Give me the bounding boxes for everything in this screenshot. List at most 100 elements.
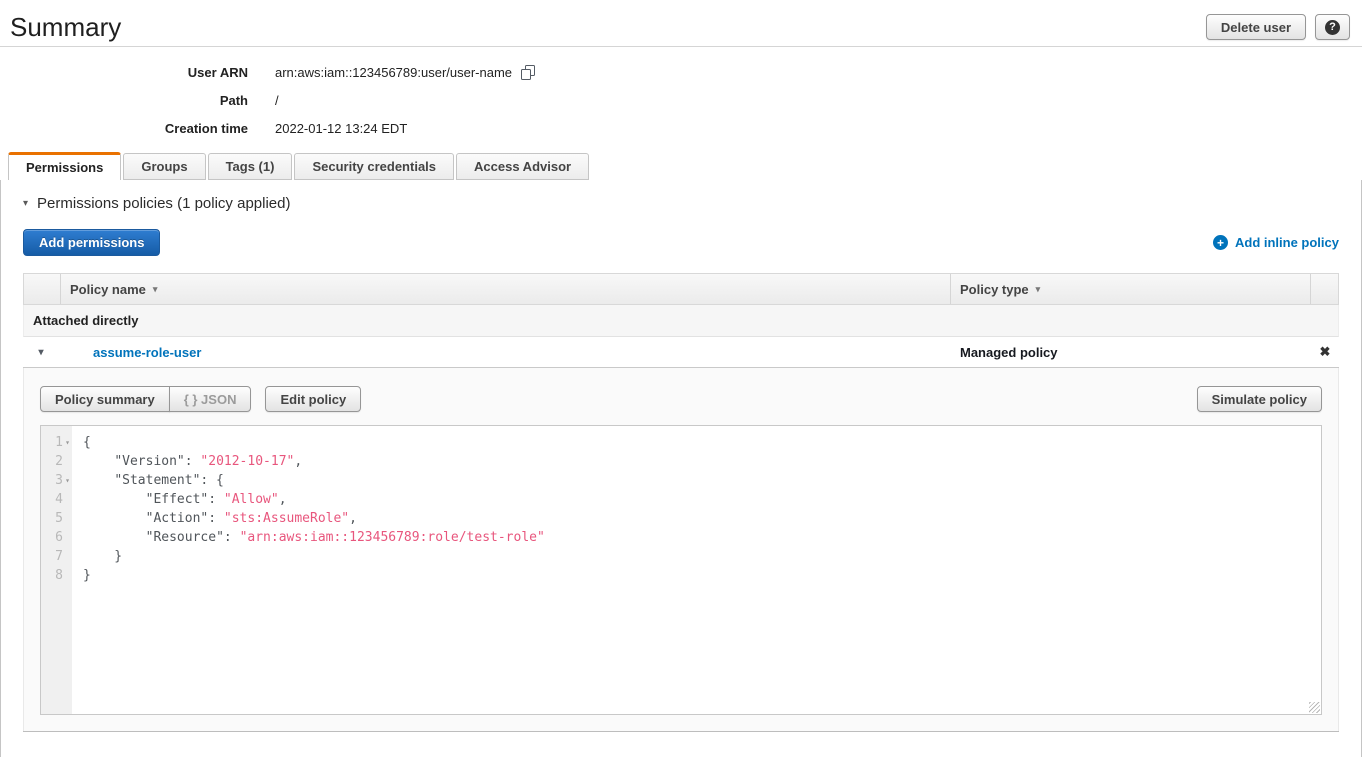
info-label: Creation time [0, 121, 248, 136]
gutter-line: 8 [41, 566, 72, 585]
policy-detail-toolbar: Policy summary { } JSON Edit policy Simu… [40, 386, 1322, 412]
code-token [83, 454, 114, 469]
code-token: "sts:AssumeRole" [224, 511, 349, 526]
code-token: , [349, 511, 357, 526]
policy-table-header: Policy name ▾ Policy type ▾ [23, 273, 1339, 305]
tab-tags-1[interactable]: Tags (1) [208, 153, 293, 180]
info-value-text: / [275, 93, 279, 108]
code-token: } [83, 568, 91, 583]
code-line: } [83, 566, 1321, 585]
tab-access-advisor[interactable]: Access Advisor [456, 153, 589, 180]
edit-policy-button[interactable]: Edit policy [265, 386, 361, 412]
gutter-line: 2 [41, 452, 72, 471]
permissions-tab-panel: ▾ Permissions policies (1 policy applied… [0, 180, 1362, 757]
code-line: "Effect": "Allow", [83, 490, 1321, 509]
code-token [83, 530, 146, 545]
line-number: 1 [55, 435, 63, 450]
info-label: Path [0, 93, 248, 108]
question-mark-icon: ? [1325, 20, 1340, 35]
policy-name-cell: assume-role-user [59, 345, 951, 360]
code-token: , [294, 454, 302, 469]
code-token: "Allow" [224, 492, 279, 507]
info-row: Path / [0, 91, 1362, 110]
json-view-button[interactable]: { } JSON [169, 386, 252, 412]
code-token: "Statement" [114, 473, 200, 488]
fold-caret-icon[interactable]: ▾ [63, 476, 72, 485]
info-value: 2022-01-12 13:24 EDT [275, 121, 407, 136]
header-actions-column [1310, 274, 1338, 304]
code-token: { [83, 435, 91, 450]
column-header-policy-name[interactable]: Policy name ▾ [60, 274, 950, 304]
add-inline-policy-link[interactable]: + Add inline policy [1213, 235, 1339, 250]
copy-icon[interactable] [521, 65, 535, 80]
policy-view-buttons: Policy summary { } JSON Edit policy [40, 386, 361, 412]
add-permissions-button[interactable]: Add permissions [23, 229, 160, 256]
section-title: Permissions policies (1 policy applied) [37, 195, 290, 212]
help-button[interactable]: ? [1315, 14, 1350, 40]
policy-type-cell: Managed policy [951, 345, 1311, 360]
code-token: : [208, 492, 224, 507]
code-token [83, 473, 114, 488]
info-value: arn:aws:iam::123456789:user/user-name [275, 65, 535, 80]
resize-grip-icon[interactable] [1309, 702, 1320, 713]
line-number: 8 [55, 568, 63, 583]
policy-type-value: Managed policy [960, 345, 1058, 360]
code-line: { [83, 433, 1321, 452]
editor-gutter: 1▾23▾45678 [41, 426, 72, 714]
code-token: } [83, 549, 122, 564]
row-collapse-caret-icon[interactable]: ▾ [38, 347, 43, 358]
code-line: "Statement": { [83, 471, 1321, 490]
line-number: 4 [55, 492, 63, 507]
code-token [83, 511, 146, 526]
code-token: "Effect" [146, 492, 209, 507]
code-line: "Resource": "arn:aws:iam::123456789:role… [83, 528, 1321, 547]
info-value: / [275, 93, 279, 108]
sort-caret-icon: ▾ [153, 284, 158, 295]
tab-bar: PermissionsGroupsTags (1)Security creden… [0, 152, 1362, 180]
line-number: 3 [55, 473, 63, 488]
gutter-line: 5 [41, 509, 72, 528]
delete-user-button[interactable]: Delete user [1206, 14, 1306, 40]
editor-code[interactable]: { "Version": "2012-10-17", "Statement": … [72, 426, 1321, 714]
gutter-line: 3▾ [41, 471, 72, 490]
info-value-text: arn:aws:iam::123456789:user/user-name [275, 65, 512, 80]
row-expand-cell: ▾ [23, 347, 59, 358]
info-row: User ARNarn:aws:iam::123456789:user/user… [0, 63, 1362, 82]
policy-type-header-label: Policy type [960, 282, 1029, 297]
code-token: "arn:aws:iam::123456789:role/test-role" [240, 530, 545, 545]
add-inline-policy-label: Add inline policy [1235, 235, 1339, 250]
sort-caret-icon: ▾ [1036, 284, 1041, 295]
tab-permissions[interactable]: Permissions [8, 152, 121, 180]
code-line: } [83, 547, 1321, 566]
gutter-line: 1▾ [41, 433, 72, 452]
line-number: 5 [55, 511, 63, 526]
remove-policy-x-icon[interactable]: ✖ [1320, 344, 1331, 360]
code-token: "Resource" [146, 530, 224, 545]
policy-name-link[interactable]: assume-role-user [93, 345, 201, 360]
policy-json-editor[interactable]: 1▾23▾45678 { "Version": "2012-10-17", "S… [40, 425, 1322, 715]
line-number: 6 [55, 530, 63, 545]
page-title: Summary [10, 12, 121, 43]
info-row: Creation time 2022-01-12 13:24 EDT [0, 119, 1362, 138]
gutter-line: 6 [41, 528, 72, 547]
code-line: "Action": "sts:AssumeRole", [83, 509, 1321, 528]
code-token: : [224, 530, 240, 545]
page-header: Summary Delete user ? [0, 0, 1362, 36]
policy-summary-button[interactable]: Policy summary [40, 386, 170, 412]
permissions-policies-section-header[interactable]: ▾ Permissions policies (1 policy applied… [23, 195, 1339, 212]
code-token: "2012-10-17" [200, 454, 294, 469]
policy-detail-panel: Policy summary { } JSON Edit policy Simu… [23, 368, 1339, 731]
tab-groups[interactable]: Groups [123, 153, 205, 180]
line-number: 7 [55, 549, 63, 564]
code-token: , [279, 492, 287, 507]
simulate-policy-button[interactable]: Simulate policy [1197, 386, 1322, 412]
tab-security-credentials[interactable]: Security credentials [294, 153, 454, 180]
line-number: 2 [55, 454, 63, 469]
code-token [83, 492, 146, 507]
policy-table: Policy name ▾ Policy type ▾ Attached dir… [23, 273, 1339, 732]
gutter-line: 7 [41, 547, 72, 566]
column-header-policy-type[interactable]: Policy type ▾ [950, 274, 1310, 304]
code-token: "Version" [114, 454, 184, 469]
attached-directly-group-row: Attached directly [23, 305, 1339, 337]
fold-caret-icon[interactable]: ▾ [63, 438, 72, 447]
